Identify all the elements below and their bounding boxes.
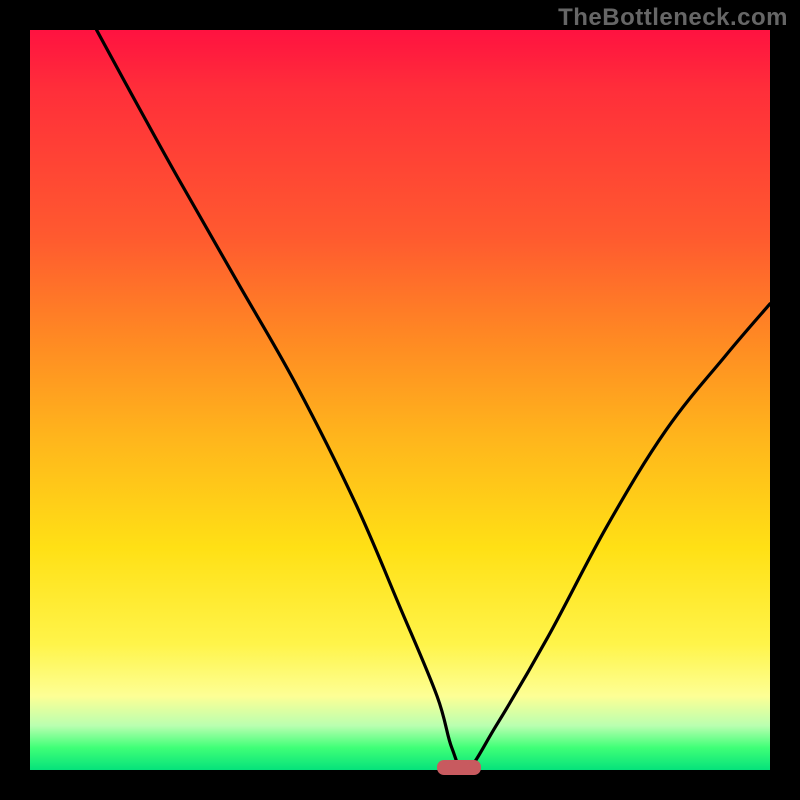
- chart-frame: TheBottleneck.com: [0, 0, 800, 800]
- minimum-marker: [437, 760, 481, 775]
- watermark-text: TheBottleneck.com: [558, 4, 788, 32]
- plot-area: [30, 30, 770, 770]
- bottleneck-curve: [30, 30, 770, 770]
